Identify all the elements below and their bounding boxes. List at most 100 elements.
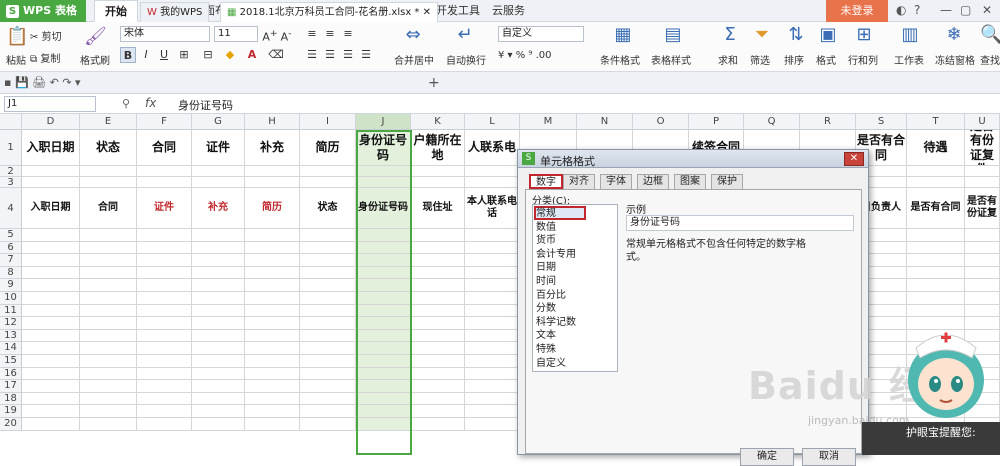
cell-G11[interactable] [192, 304, 245, 318]
font-size-select[interactable]: 11 [214, 26, 258, 42]
dialog-close-button[interactable]: ✕ [844, 152, 864, 166]
cell-L14[interactable] [465, 342, 520, 355]
cell-F20[interactable] [137, 418, 192, 431]
filter-icon[interactable]: ⏷ [752, 24, 772, 45]
cell-U11[interactable] [965, 304, 1000, 318]
minimize-icon[interactable]: — [940, 3, 952, 17]
cell-F13[interactable] [137, 329, 192, 343]
cell-F11[interactable] [137, 304, 192, 318]
cell-G3[interactable] [192, 177, 245, 188]
cell-J4[interactable]: 身份证号码 [356, 188, 411, 229]
align-center-icon[interactable]: ☰ [322, 47, 338, 63]
table-style-label[interactable]: 表格样式 [651, 52, 691, 67]
cell-G16[interactable] [192, 367, 245, 381]
cell-J9[interactable] [356, 279, 411, 292]
login-button[interactable]: 未登录 [826, 0, 888, 22]
cell-G6[interactable] [192, 241, 245, 255]
bold-icon[interactable]: B [120, 47, 136, 63]
cut-button[interactable]: ✂ 剪切 [30, 28, 62, 43]
cell-I10[interactable] [300, 292, 356, 305]
cell-L8[interactable] [465, 266, 520, 280]
cell-G5[interactable] [192, 229, 245, 242]
cell-D11[interactable] [22, 304, 80, 318]
quick-access-icons[interactable]: ▪ 💾 🖨 ↶ ↷ ▾ [4, 76, 81, 89]
cell-K9[interactable] [411, 279, 465, 292]
category-item[interactable]: 百分比 [536, 289, 566, 302]
cell-L13[interactable] [465, 329, 520, 343]
cell-I12[interactable] [300, 317, 356, 330]
font-grow-icon[interactable]: A+ [262, 26, 278, 44]
column-header-L[interactable]: L [465, 114, 520, 130]
cell-I9[interactable] [300, 279, 356, 292]
cell-E17[interactable] [80, 380, 137, 393]
justify-icon[interactable]: ☰ [358, 47, 374, 63]
cell-G13[interactable] [192, 329, 245, 343]
cell-G12[interactable] [192, 317, 245, 330]
cell-L3[interactable] [465, 177, 520, 188]
tab-document[interactable]: ▦ 2018.1北京万科员工合同-花名册.xlsx * ✕ [220, 2, 438, 22]
cell-E1[interactable]: 状态 [80, 130, 137, 166]
cell-D8[interactable] [22, 266, 80, 280]
cell-D14[interactable] [22, 342, 80, 355]
worksheet-icon[interactable]: ▥ [900, 24, 920, 45]
cell-F14[interactable] [137, 342, 192, 355]
cell-T11[interactable] [907, 304, 965, 318]
cell-H5[interactable] [245, 229, 300, 242]
table-style-icon[interactable]: ▤ [662, 24, 684, 45]
cell-L1[interactable]: 人联系电 [465, 130, 520, 166]
cell-F18[interactable] [137, 392, 192, 406]
column-header-G[interactable]: G [192, 114, 245, 130]
cell-K16[interactable] [411, 367, 465, 381]
cell-G4[interactable]: 补充 [192, 188, 245, 229]
cell-I15[interactable] [300, 355, 356, 368]
cell-D9[interactable] [22, 279, 80, 292]
cell-H15[interactable] [245, 355, 300, 368]
format-label[interactable]: 格式 [816, 52, 836, 67]
cell-J18[interactable] [356, 392, 411, 406]
tab-protection[interactable]: 保护 [711, 174, 743, 189]
font-name-select[interactable]: 宋体 [120, 26, 210, 42]
cell-J8[interactable] [356, 266, 411, 280]
cell-F16[interactable] [137, 367, 192, 381]
category-item[interactable]: 自定义 [536, 357, 566, 370]
align-left-icon[interactable]: ☰ [304, 47, 320, 63]
filter-label[interactable]: 筛选 [750, 52, 770, 67]
cell-F6[interactable] [137, 241, 192, 255]
wrap-text-icon[interactable]: ↵ [454, 24, 476, 45]
cell-D20[interactable] [22, 418, 80, 431]
merge-cells-icon[interactable]: ⊟ [200, 47, 216, 63]
cell-H17[interactable] [245, 380, 300, 393]
cell-E6[interactable] [80, 241, 137, 255]
cell-H18[interactable] [245, 392, 300, 406]
cell-H7[interactable] [245, 254, 300, 267]
cell-D6[interactable] [22, 241, 80, 255]
sort-label[interactable]: 排序 [784, 52, 804, 67]
cell-D7[interactable] [22, 254, 80, 267]
column-header-Q[interactable]: Q [744, 114, 800, 130]
find-label[interactable]: 查找 [980, 52, 1000, 67]
cell-H20[interactable] [245, 418, 300, 431]
row-header-20[interactable]: 20 [0, 418, 22, 431]
cell-U8[interactable] [965, 266, 1000, 280]
cell-L10[interactable] [465, 292, 520, 305]
cell-I1[interactable]: 简历 [300, 130, 356, 166]
cell-G7[interactable] [192, 254, 245, 267]
category-item[interactable]: 数值 [536, 221, 556, 234]
cell-L2[interactable] [465, 166, 520, 177]
cell-T1[interactable]: 待遇 [907, 130, 965, 166]
cell-K12[interactable] [411, 317, 465, 330]
row-header-1[interactable]: 1 [0, 130, 22, 166]
row-header-4[interactable]: 4 [0, 188, 22, 229]
category-item[interactable]: 分数 [536, 302, 556, 315]
cell-I4[interactable]: 状态 [300, 188, 356, 229]
column-header-O[interactable]: O [633, 114, 689, 130]
column-header-R[interactable]: R [800, 114, 856, 130]
cell-L9[interactable] [465, 279, 520, 292]
cell-I2[interactable] [300, 166, 356, 177]
fill-color-icon[interactable]: ◆ [222, 47, 238, 63]
dialog-title-bar[interactable]: S 单元格格式 [518, 150, 868, 168]
cell-K7[interactable] [411, 254, 465, 267]
cell-H9[interactable] [245, 279, 300, 292]
cell-H8[interactable] [245, 266, 300, 280]
conditional-format-icon[interactable]: ▦ [612, 24, 634, 45]
